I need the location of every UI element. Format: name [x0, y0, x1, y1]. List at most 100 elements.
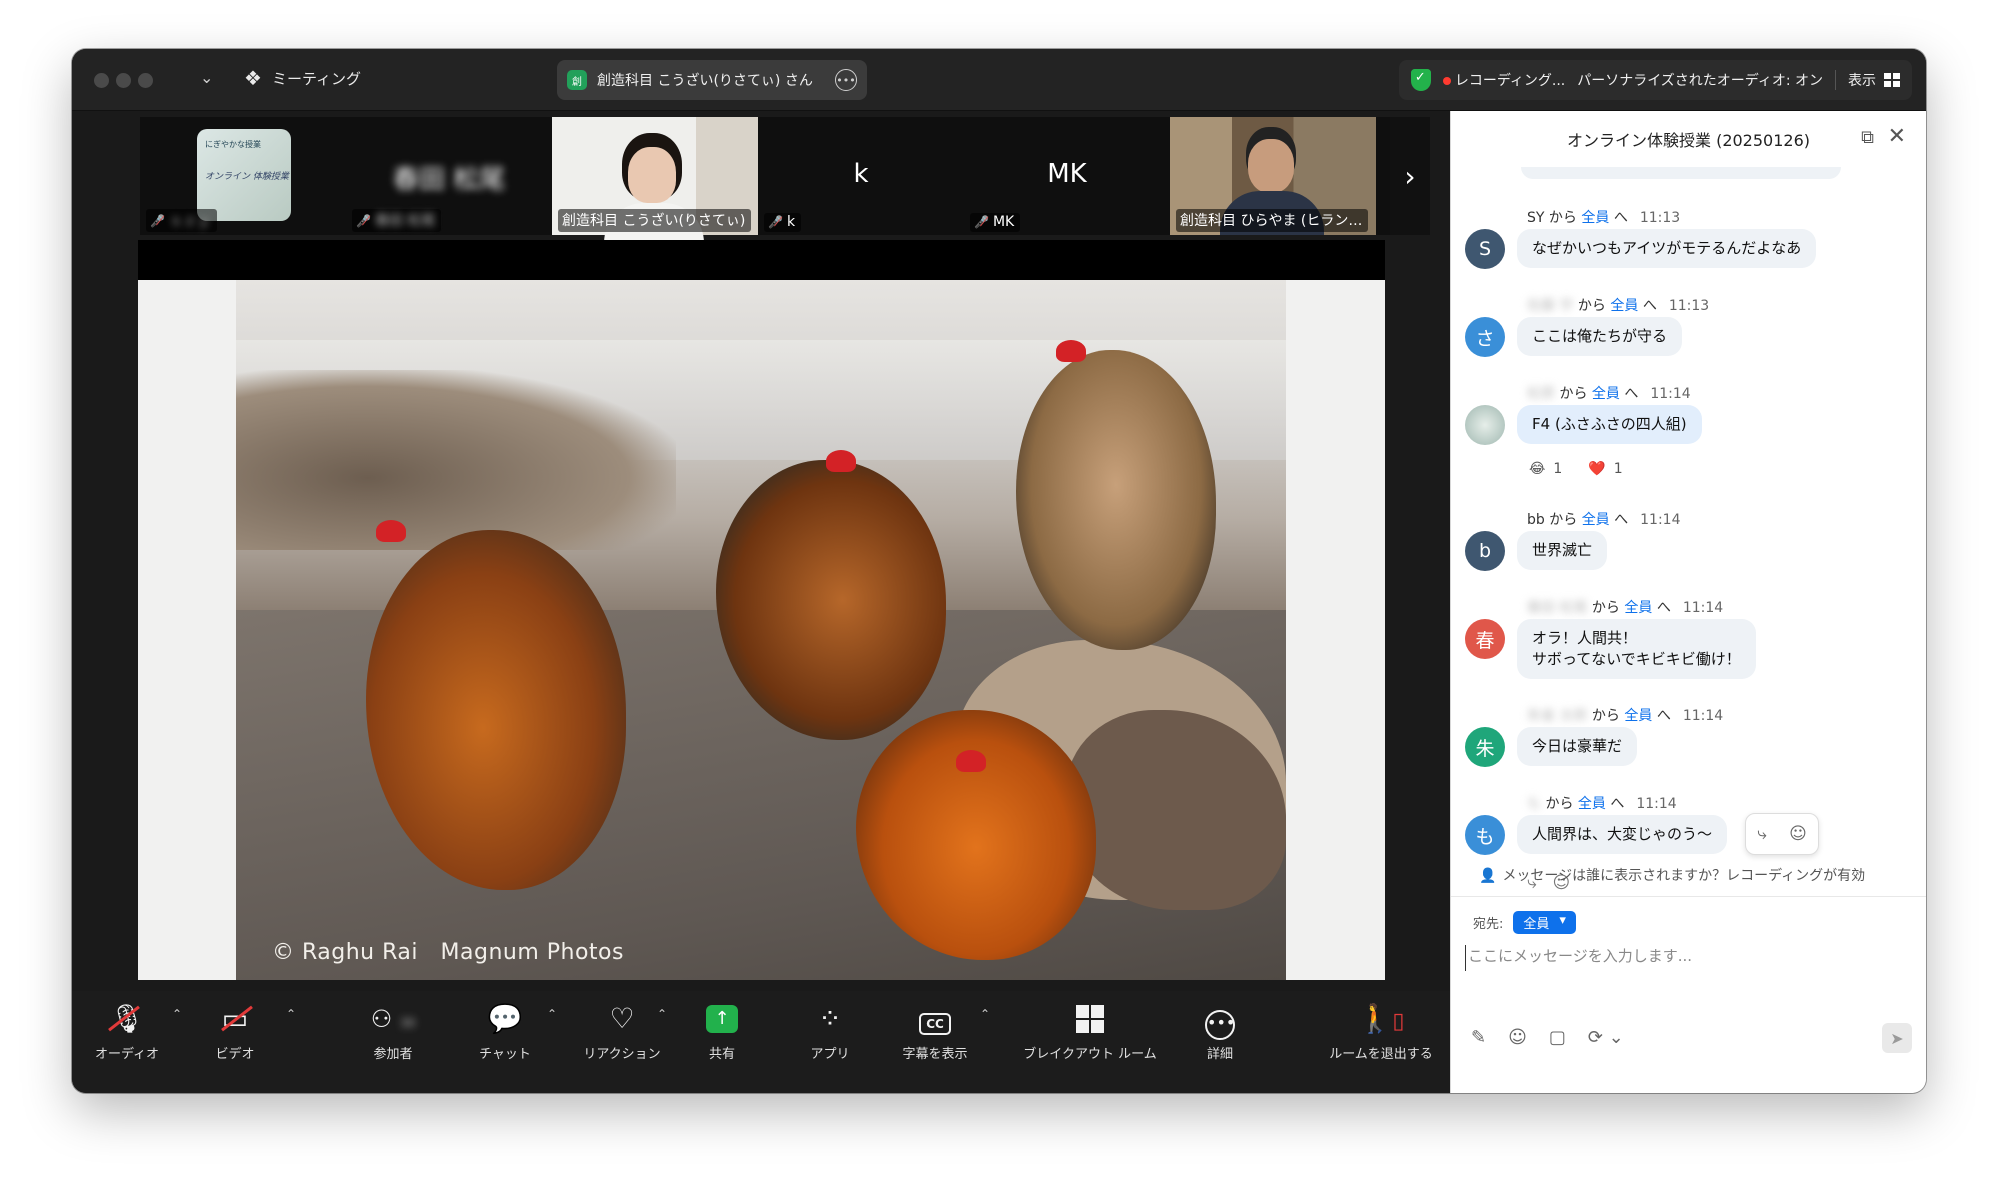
- who-can-see-notice[interactable]: 👤 メッセージは誰に表示されますか？レコーディングが有効: [1479, 865, 1865, 885]
- recording-status[interactable]: レコーディング...: [1442, 70, 1565, 90]
- leave-room-button[interactable]: 🚶▯ ルームを退出する: [1322, 999, 1440, 1062]
- composer-tools: ✎ ☺ ▢ ⟳ ⌄: [1471, 1027, 1624, 1048]
- chat-options-caret-icon[interactable]: ⌃: [547, 1007, 557, 1021]
- apps-icon: ⁘: [818, 1002, 842, 1035]
- minimize-window-button[interactable]: [116, 73, 131, 88]
- avatar: 朱: [1465, 727, 1505, 767]
- message-meta: SY から 全員 へ 11:13: [1527, 210, 1681, 226]
- participant-name: 🎤̸ ｓｚｙ: [146, 209, 217, 232]
- zoom-window-button[interactable]: [138, 73, 153, 88]
- closed-captions-icon: CC: [919, 999, 951, 1039]
- pop-out-icon[interactable]: ⧉: [1861, 127, 1874, 148]
- message-bubble: 世界滅亡: [1517, 531, 1608, 570]
- message-bubble: 人間界は、大変じゃのう〜: [1517, 815, 1728, 854]
- previous-message-bubble: [1521, 167, 1841, 179]
- breakout-rooms-button[interactable]: ブレイクアウト ルーム: [1012, 999, 1168, 1062]
- share-arrow-icon: ↑: [706, 1005, 738, 1033]
- security-shield-icon[interactable]: [1410, 69, 1431, 91]
- close-window-button[interactable]: [94, 73, 109, 88]
- send-icon[interactable]: ➤: [1882, 1023, 1912, 1053]
- participant-tile[interactable]: 創造科目 こうざい(りさてぃ): [552, 117, 758, 243]
- active-speaker-name: 創造科目 こうざい(りさてぃ) さん: [597, 73, 813, 89]
- camera-off-icon: ▭: [220, 999, 253, 1039]
- participant-tile[interactable]: k 🎤̸ k: [758, 117, 964, 235]
- reactions-button[interactable]: ♡ リアクション: [580, 999, 664, 1062]
- recipient-dropdown[interactable]: 全員 ▾: [1513, 911, 1576, 934]
- close-icon[interactable]: ✕: [1888, 124, 1906, 149]
- audio-options-caret-icon[interactable]: ⌃: [172, 1007, 182, 1021]
- heart-icon: ♡: [609, 1002, 635, 1035]
- participant-name: 創造科目 ひらやま (ヒラン…: [1176, 209, 1369, 232]
- avatar-image: [1465, 405, 1505, 445]
- laugh-reaction[interactable]: 😂 1: [1529, 461, 1562, 477]
- meeting-menu[interactable]: ❖ ミーティング: [244, 66, 361, 90]
- more-dots-icon: •••: [1205, 999, 1235, 1040]
- chat-message-list[interactable]: SY から 全員 へ 11:13 S なぜかいつもアイツがモテるんだよなあ 佐藤 …: [1451, 167, 1926, 807]
- slide: © Raghu Rai Magnum Photos: [138, 280, 1385, 980]
- message-bubble: なぜかいつもアイツがモテるんだよなあ: [1517, 229, 1817, 268]
- participant-name: 🎤̸ 春田 松尾: [352, 209, 442, 232]
- reactions-options-caret-icon[interactable]: ⌃: [657, 1007, 667, 1021]
- mic-muted-icon: 🎤̸: [974, 215, 989, 229]
- avatar: S: [1465, 229, 1505, 269]
- participant-tile[interactable]: MK 🎤̸ MK: [964, 117, 1170, 235]
- photo-credit: © Raghu Rai Magnum Photos: [272, 940, 624, 965]
- participant-display-name: 春田 松尾: [392, 165, 506, 195]
- captions-button[interactable]: CC 字幕を表示: [892, 999, 978, 1062]
- leave-room-icon: 🚶▯: [1357, 1002, 1405, 1035]
- participant-display-name: k: [853, 159, 869, 189]
- chat-button[interactable]: 💬 チャット: [472, 999, 538, 1062]
- avatar: 春: [1465, 619, 1505, 659]
- participant-tile[interactable]: にぎやかな授業 オンライン 体験授業 🎤̸ ｓｚｙ: [140, 117, 346, 235]
- apps-button[interactable]: ⁘ アプリ: [804, 999, 856, 1062]
- participant-tile[interactable]: 春田 松尾 🎤̸ 春田 松尾: [346, 117, 552, 235]
- avatar: b: [1465, 531, 1505, 571]
- participant-name: 創造科目 こうざい(りさてぃ): [558, 209, 752, 232]
- audio-status[interactable]: パーソナライズされたオーディオ: オン: [1577, 70, 1823, 90]
- meeting-toolbar: 🎙 オーディオ ⌃ ▭ ビデオ ⌃ ⚇ 30 参加者 💬 チャット ⌃ ♡ リア…: [72, 991, 1450, 1093]
- participant-display-name: MK: [1047, 159, 1087, 189]
- chat-header: オンライン体験授業 (20250126) ⧉ ✕: [1451, 111, 1926, 167]
- shared-screen: © Raghu Rai Magnum Photos: [138, 240, 1385, 980]
- message-meta: bb から 全員 へ 11:14: [1527, 512, 1681, 528]
- recipient-label: 宛先:: [1473, 917, 1504, 932]
- participant-name: 🎤̸ k: [764, 213, 802, 232]
- participant-thumbnail: にぎやかな授業 オンライン 体験授業: [197, 129, 291, 221]
- video-button[interactable]: ▭ ビデオ: [202, 999, 268, 1062]
- dropdown-arrow-icon: ▾: [1559, 913, 1566, 928]
- participants-button[interactable]: ⚇ 30 参加者: [358, 999, 428, 1062]
- emoji-icon[interactable]: ☺: [1508, 1027, 1527, 1048]
- chat-composer: 宛先: 全員 ▾ ここにメッセージを入力します... ✎ ☺ ▢ ⟳ ⌄ ➤: [1451, 896, 1926, 1093]
- more-button[interactable]: ••• 詳細: [1196, 999, 1244, 1062]
- more-icon[interactable]: •••: [835, 69, 857, 91]
- reply-icon[interactable]: ⤷: [1757, 824, 1767, 844]
- meeting-stage: にぎやかな授業 オンライン 体験授業 🎤̸ ｓｚｙ 春田 松尾 🎤̸ 春田 松尾 創…: [72, 111, 1450, 991]
- active-speaker-pill[interactable]: 創 創造科目 こうざい(りさてぃ) さん •••: [557, 60, 867, 100]
- format-text-icon[interactable]: ✎: [1471, 1027, 1486, 1048]
- participant-name: 🎤̸ MK: [970, 213, 1021, 232]
- audio-button[interactable]: 🎙 オーディオ: [92, 999, 162, 1062]
- chevron-right-icon[interactable]: ›: [1390, 117, 1430, 235]
- participant-tile-active[interactable]: 創造科目 ひらやま (ヒラン…: [1170, 117, 1376, 235]
- message-meta: も から 全員 へ 11:14: [1527, 796, 1677, 812]
- status-bar: レコーディング... パーソナライズされたオーディオ: オン 表示: [1398, 60, 1912, 100]
- breakout-rooms-icon: [1076, 999, 1104, 1039]
- message-bubble: オラ！人間共！ サボってないでキビキビ働け！: [1517, 619, 1756, 679]
- screenshot-icon[interactable]: ⟳ ⌄: [1588, 1027, 1624, 1048]
- gallery-strip: にぎやかな授業 オンライン 体験授業 🎤̸ ｓｚｙ 春田 松尾 🎤̸ 春田 松尾 創…: [140, 117, 1390, 243]
- chevron-down-icon[interactable]: ⌄: [200, 68, 213, 87]
- recipient-row: 宛先: 全員 ▾: [1473, 911, 1576, 934]
- message-meta: 佐藤 宇 から 全員 へ 11:13: [1527, 298, 1710, 314]
- title-bar: ⌄ ❖ ミーティング 創 創造科目 こうざい(りさてぃ) さん ••• レコーデ…: [72, 49, 1926, 111]
- video-options-caret-icon[interactable]: ⌃: [286, 1007, 296, 1021]
- add-reaction-icon[interactable]: ☺: [1789, 824, 1807, 844]
- recording-dot-icon: [1442, 77, 1451, 85]
- file-icon[interactable]: ▢: [1549, 1027, 1566, 1048]
- captions-options-caret-icon[interactable]: ⌃: [980, 1007, 990, 1021]
- heart-reaction[interactable]: ❤️ 1: [1588, 461, 1622, 477]
- view-button[interactable]: 表示: [1848, 70, 1900, 90]
- message-bubble: F4 (ふさふさの四人組): [1517, 405, 1702, 444]
- chat-panel: オンライン体験授業 (20250126) ⧉ ✕ SY から 全員 へ 11:13…: [1450, 111, 1926, 1093]
- share-button[interactable]: ↑ 共有: [696, 999, 748, 1062]
- message-input[interactable]: ここにメッセージを入力します...: [1465, 945, 1905, 971]
